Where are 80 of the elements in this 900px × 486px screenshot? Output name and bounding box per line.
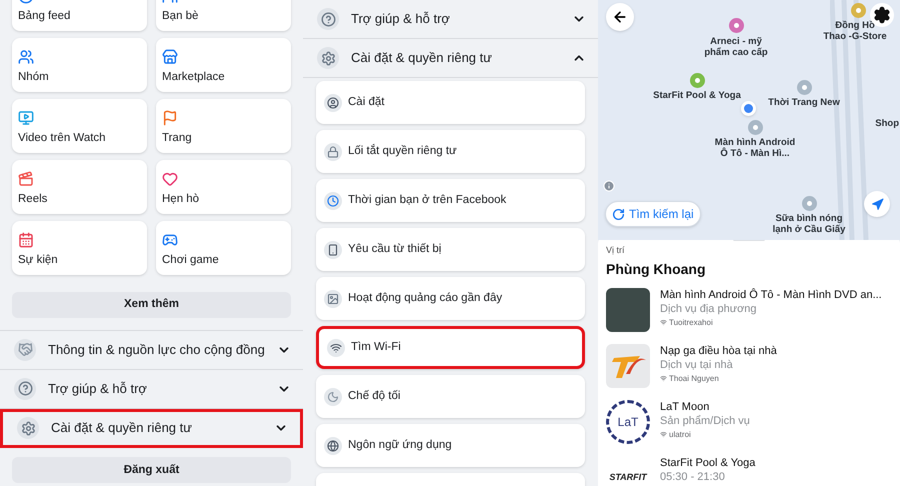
logo: LaT	[606, 400, 650, 444]
locate-button[interactable]	[864, 191, 890, 217]
photo-placeholder	[606, 288, 650, 332]
menu-section[interactable]: Cài đặt & quyền riêng tư	[0, 408, 303, 448]
shortcut-card[interactable]: Chơi game	[156, 221, 291, 275]
map-label: Arneci - mỹ phẩm cao cấp	[704, 36, 768, 58]
map-label: Shop	[875, 118, 899, 129]
place-item[interactable]: Nạp ga điều hòa tại nhà Dịch vụ tại nhà Thoai Nguyen	[606, 344, 892, 388]
lock-icon	[327, 146, 339, 158]
gamepad-icon	[162, 232, 178, 248]
shortcut-card[interactable]: Sự kiện	[12, 221, 147, 275]
settings-icon	[873, 6, 891, 24]
store-icon	[162, 48, 178, 65]
map-label: StarFit Pool & Yoga	[653, 90, 741, 101]
sheet-title: Phùng Khoang	[606, 260, 707, 278]
shortcut-card[interactable]: Bảng feed	[12, 0, 147, 31]
back-button[interactable]	[606, 3, 634, 31]
search-again-button[interactable]: Tìm kiếm lại	[605, 201, 701, 227]
settings-icon	[20, 420, 36, 436]
wifi-icon	[660, 431, 667, 438]
wifi-icon	[660, 375, 667, 382]
refresh-icon	[612, 208, 625, 220]
settings-item[interactable]: Hoạt động quảng cáo gần đây	[316, 277, 585, 320]
map-label: Sữa bình nóng lạnh ở Cầu Giấy	[772, 213, 846, 235]
map-label: Đồng Hồ Thao -G-Store	[823, 20, 887, 42]
settings-item[interactable]: Lối tắt quyền riêng tư	[316, 130, 585, 173]
map-label: Thời Trang New	[768, 97, 840, 108]
person-icon	[327, 96, 339, 108]
menu-section[interactable]: Cài đặt & quyền riêng tư	[303, 39, 598, 78]
clapperboard-icon	[18, 170, 34, 187]
place-item[interactable]: LaT LaT Moon Sản phẩm/Dịch vụ ulatroi	[606, 400, 892, 444]
navigation-arrow-icon	[870, 198, 884, 210]
globe-icon	[327, 440, 339, 452]
map-pin[interactable]	[797, 80, 812, 95]
see-more-button[interactable]: Xem thêm	[12, 292, 291, 318]
wifi-icon	[330, 342, 342, 354]
logo-drawing	[606, 344, 650, 388]
settings-item[interactable]: Tìm Wi-Fi	[316, 326, 585, 369]
help-icon	[18, 381, 32, 396]
menu-section[interactable]: Thông tin & nguồn lực cho cộng đồng	[0, 330, 303, 370]
shortcut-card[interactable]: Hẹn hò	[156, 160, 291, 214]
info-icon	[603, 180, 615, 192]
settings-icon	[320, 50, 336, 66]
settings-item[interactable]: Ngôn ngữ ứng dụng	[316, 424, 585, 467]
map-pin[interactable]	[851, 3, 866, 18]
settings-item[interactable]: Chế độ tối	[316, 375, 585, 418]
menu-section[interactable]: Trợ giúp & hỗ trợ	[303, 0, 598, 39]
sheet-caption: Vị trí	[606, 244, 626, 257]
flag-icon	[162, 110, 178, 126]
map-label: Màn hình Android Ô Tô - Màn Hì...	[714, 137, 796, 159]
clock-icon	[327, 194, 339, 206]
wifi-icon	[660, 319, 667, 326]
settings-item[interactable]: Yêu cầu từ thiết bị	[316, 228, 585, 271]
heart-icon	[162, 170, 178, 187]
video-icon	[18, 110, 34, 126]
shortcut-card[interactable]: Video trên Watch	[12, 99, 147, 153]
settings-item[interactable]: Cài đặt	[316, 81, 585, 124]
handshake-icon	[18, 342, 32, 358]
calendar-icon	[18, 232, 34, 248]
map-pin[interactable]	[690, 73, 705, 88]
image-icon	[327, 292, 339, 304]
map[interactable]: Arneci - mỹ phẩm cao cấp StarFit Pool & Yoga Thời Trang New Màn hình Android Ô Tô - Màn Hì... Đồng Hồ Thao -G-Store Shop Sữa bình nóng lạnh ở Cầu Giấy Tìm kiếm lại	[598, 0, 900, 240]
help-icon	[320, 12, 336, 26]
phone-icon	[327, 244, 339, 256]
moon-icon	[327, 390, 339, 402]
shortcut-card[interactable]: Reels	[12, 160, 147, 214]
place-item[interactable]: STARFIT StarFit Pool & Yoga 05:30 - 21:30	[606, 456, 892, 486]
shortcut-card[interactable]: Marketplace	[156, 38, 291, 92]
shortcut-card[interactable]: Nhóm	[12, 38, 147, 92]
map-pin[interactable]	[748, 120, 763, 135]
logo: STARFIT	[608, 470, 648, 484]
place-item[interactable]: Màn hình Android Ô Tô - Màn Hình DVD an... Dịch vụ địa phương Tuoitrexahoi	[606, 288, 892, 332]
settings-item[interactable]: Thời gian bạn ở trên Facebook	[316, 179, 585, 222]
menu-section[interactable]: Trợ giúp & hỗ trợ	[0, 370, 303, 409]
map-pin[interactable]	[729, 18, 744, 33]
shortcut-card[interactable]: Trang	[156, 99, 291, 153]
logout-button[interactable]: Đăng xuất	[12, 457, 291, 484]
people-icon	[18, 48, 34, 65]
map-pin[interactable]	[802, 196, 817, 211]
shortcut-card[interactable]: Bạn bè	[156, 0, 291, 31]
